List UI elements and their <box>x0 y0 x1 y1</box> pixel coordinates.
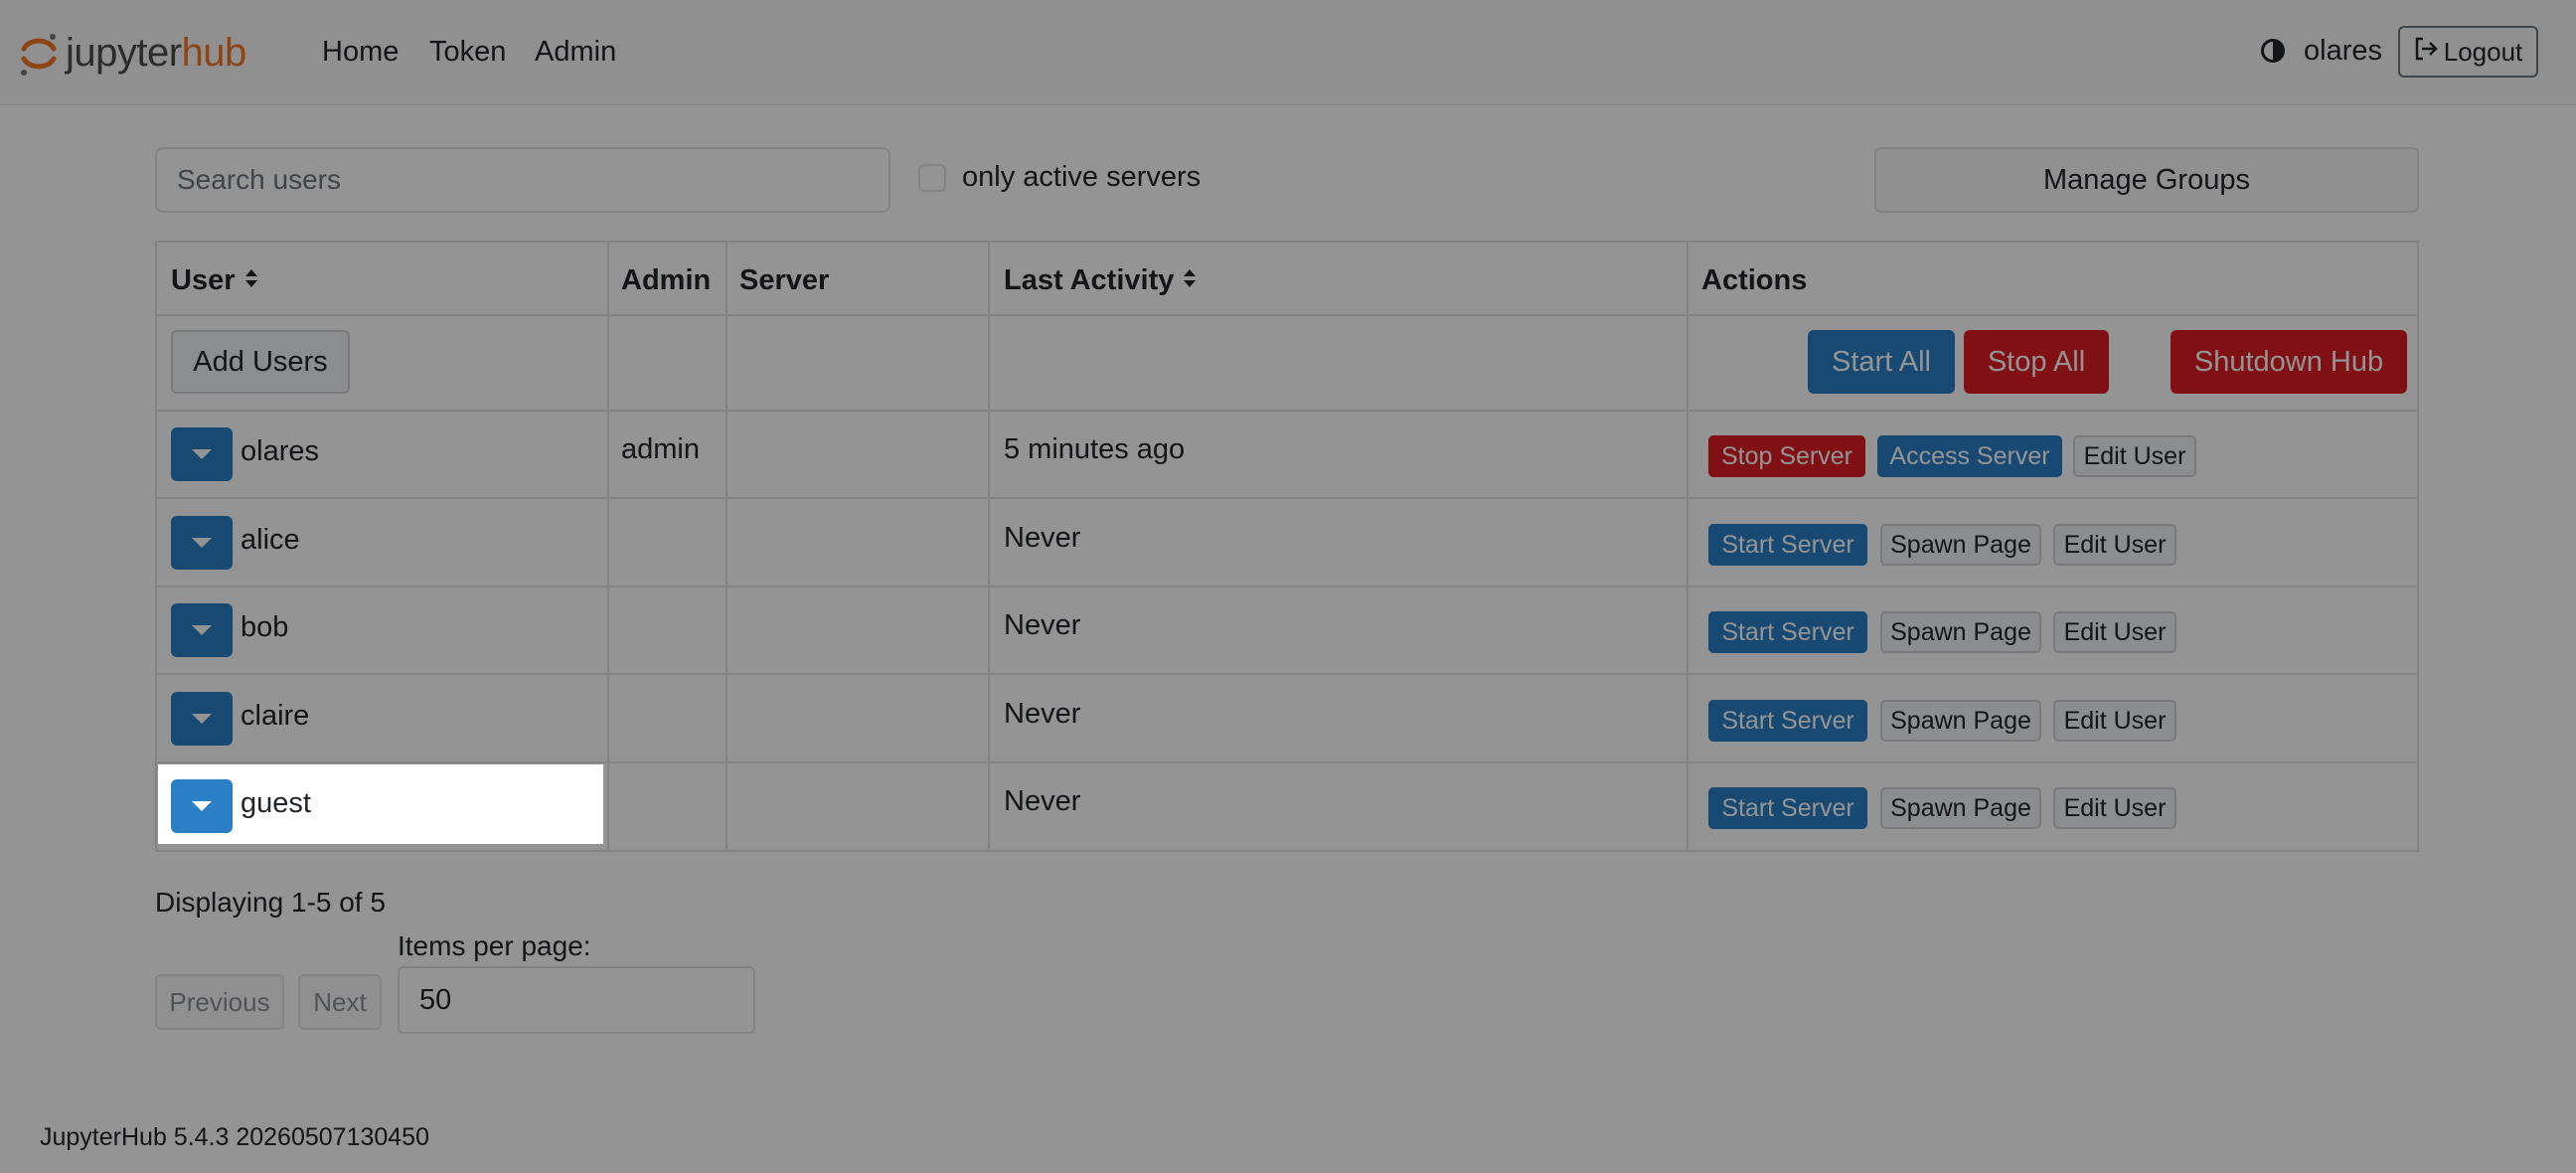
nav-admin-link[interactable]: Admin <box>535 36 616 69</box>
nav-home-link[interactable]: Home <box>322 36 399 69</box>
nav-token-link[interactable]: Token <box>429 36 506 69</box>
logo-text: jupyterhub <box>66 31 246 76</box>
access-server-button[interactable]: Access Server <box>1877 435 2062 477</box>
start-server-button[interactable]: Start Server <box>1708 700 1867 742</box>
stop-server-button[interactable]: Stop Server <box>1708 435 1865 477</box>
user-name: guest <box>241 787 311 819</box>
logo-word-jupyter: jupyter <box>66 30 182 75</box>
header-last-activity-label: Last Activity <box>1004 264 1175 296</box>
expand-user-button[interactable] <box>171 779 233 833</box>
header-server: Server <box>739 264 830 296</box>
shutdown-hub-button[interactable]: Shutdown Hub <box>2171 330 2407 394</box>
spawn-page-button[interactable]: Spawn Page <box>1880 611 2041 653</box>
theme-toggle-icon[interactable] <box>2260 38 2286 64</box>
column-divider <box>988 243 990 850</box>
spawn-page-button[interactable]: Spawn Page <box>1880 787 2041 829</box>
stop-all-button[interactable]: Stop All <box>1964 330 2109 394</box>
only-active-servers-checkbox[interactable] <box>918 164 946 192</box>
start-server-button[interactable]: Start Server <box>1708 787 1867 829</box>
jupyterhub-logo[interactable]: jupyterhub <box>18 28 246 78</box>
manage-groups-button[interactable]: Manage Groups <box>1874 147 2419 213</box>
row-divider <box>157 761 2417 763</box>
expand-user-button[interactable] <box>171 516 233 570</box>
row-divider <box>157 314 2417 316</box>
user-name: bob <box>241 611 289 643</box>
expand-user-button[interactable] <box>171 427 233 481</box>
last-activity: 5 minutes ago <box>1004 433 1186 465</box>
last-activity: Never <box>1004 609 1081 641</box>
row-divider <box>157 673 2417 675</box>
edit-user-button[interactable]: Edit User <box>2053 611 2176 653</box>
sort-icon[interactable] <box>1182 265 1198 298</box>
users-table: User Admin Server Last Activity Actions … <box>155 241 2419 852</box>
column-divider <box>1687 243 1689 850</box>
spawn-page-button[interactable]: Spawn Page <box>1880 524 2041 566</box>
column-divider <box>725 243 727 850</box>
user-name: claire <box>241 700 310 732</box>
only-active-servers-label: only active servers <box>962 161 1202 193</box>
displaying-count: Displaying 1-5 of 5 <box>155 887 386 918</box>
edit-user-button[interactable]: Edit User <box>2053 700 2176 742</box>
last-activity: Never <box>1004 522 1081 554</box>
start-all-button[interactable]: Start All <box>1808 330 1955 394</box>
current-username: olares <box>2304 35 2382 67</box>
header-last-activity[interactable]: Last Activity <box>1004 264 1198 298</box>
header-user[interactable]: User <box>171 264 259 298</box>
row-divider <box>157 497 2417 499</box>
caret-down-icon <box>192 625 212 635</box>
admin-flag: admin <box>621 433 700 465</box>
caret-down-icon <box>192 538 212 548</box>
add-users-button[interactable]: Add Users <box>171 330 350 394</box>
last-activity: Never <box>1004 785 1081 817</box>
logo-word-hub: hub <box>181 30 247 75</box>
header-actions: Actions <box>1701 264 1808 296</box>
caret-down-icon <box>192 801 212 811</box>
column-divider <box>607 243 609 850</box>
start-server-button[interactable]: Start Server <box>1708 611 1867 653</box>
caret-down-icon <box>192 449 212 459</box>
version-footer: JupyterHub 5.4.3 20260507130450 <box>40 1123 429 1151</box>
next-page-button[interactable]: Next <box>298 974 382 1030</box>
logout-label: Logout <box>2443 36 2523 67</box>
logout-button[interactable]: Logout <box>2398 26 2538 78</box>
expand-user-button[interactable] <box>171 692 233 746</box>
header-user-label: User <box>171 264 236 296</box>
search-users-input[interactable] <box>155 147 890 213</box>
row-divider <box>157 586 2417 587</box>
previous-page-button[interactable]: Previous <box>155 974 284 1030</box>
user-name: olares <box>241 435 319 467</box>
expand-user-button[interactable] <box>171 603 233 657</box>
navbar: jupyterhub Home Token Admin olares Logou… <box>0 0 2576 105</box>
last-activity: Never <box>1004 698 1081 730</box>
edit-user-button[interactable]: Edit User <box>2053 524 2176 566</box>
spawn-page-button[interactable]: Spawn Page <box>1880 700 2041 742</box>
user-name: alice <box>241 524 300 556</box>
edit-user-button[interactable]: Edit User <box>2073 435 2196 477</box>
sort-icon[interactable] <box>243 265 259 298</box>
edit-user-button[interactable]: Edit User <box>2053 787 2176 829</box>
jupyter-logo-icon <box>18 29 60 77</box>
caret-down-icon <box>192 714 212 724</box>
header-admin: Admin <box>621 264 712 296</box>
items-per-page-label: Items per page: <box>398 930 591 961</box>
items-per-page-input[interactable]: 50 <box>398 966 755 1034</box>
start-server-button[interactable]: Start Server <box>1708 524 1867 566</box>
row-divider <box>157 410 2417 412</box>
logout-icon <box>2414 37 2440 68</box>
